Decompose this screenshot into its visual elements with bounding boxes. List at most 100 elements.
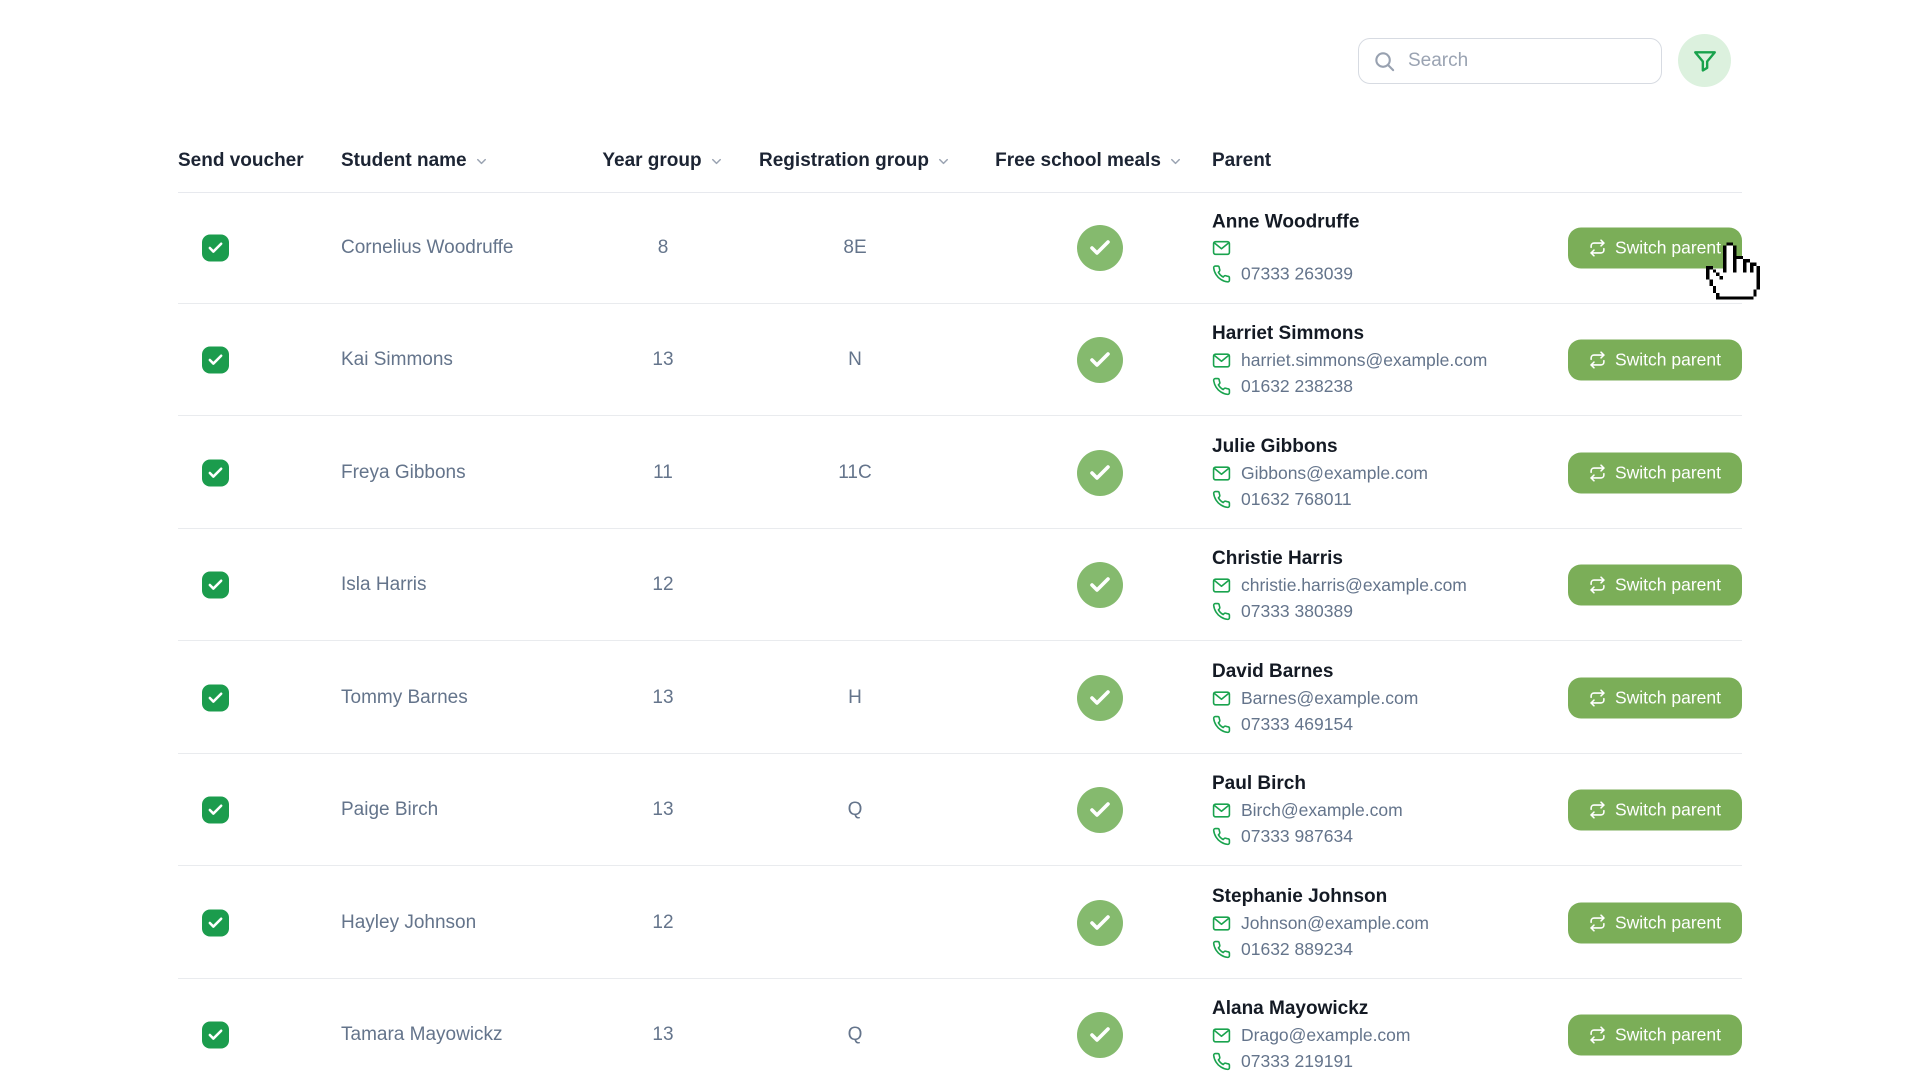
filter-button[interactable] [1678,34,1731,87]
table-row: Isla Harris 12 Christie Harris christie.… [178,529,1742,641]
chevron-down-icon [1168,154,1183,169]
table-row: Cornelius Woodruffe 8 8E Anne Woodruffe … [178,192,1742,304]
swap-icon [1589,689,1606,706]
search-input[interactable] [1408,50,1653,72]
free-school-meals-check-icon [1077,337,1123,383]
email-icon [1212,801,1231,820]
email-icon [1212,239,1231,258]
parent-info: Alana Mayowickz Drago@example.com 07333 … [1212,998,1411,1072]
registration-group-value: Q [755,1024,955,1046]
swap-icon [1589,576,1606,593]
email-icon [1212,351,1231,370]
table-row: Tamara Mayowickz 13 Q Alana Mayowickz Dr… [178,979,1742,1080]
switch-parent-button[interactable]: Switch parent [1568,339,1742,380]
parent-name: Alana Mayowickz [1212,998,1411,1020]
swap-icon [1589,464,1606,481]
registration-group-value: N [755,349,955,371]
send-voucher-checkbox[interactable] [202,909,229,936]
parent-info: Julie Gibbons Gibbons@example.com 01632 … [1212,436,1428,510]
checkmark-icon [207,464,224,481]
checkmark-icon [1088,686,1112,710]
student-name: Tommy Barnes [341,687,468,709]
send-voucher-checkbox[interactable] [202,1022,229,1049]
free-school-meals-check-icon [1077,1012,1123,1058]
switch-parent-button[interactable]: Switch parent [1568,452,1742,493]
phone-icon [1212,264,1231,283]
year-group-value: 12 [563,574,763,596]
phone-icon [1212,940,1231,959]
parent-phone: 07333 469154 [1212,714,1418,735]
parent-name: Christie Harris [1212,548,1467,570]
student-name: Kai Simmons [341,349,453,371]
switch-parent-button[interactable]: Switch parent [1568,564,1742,605]
send-voucher-checkbox[interactable] [202,459,229,486]
student-name: Tamara Mayowickz [341,1024,503,1046]
year-group-value: 13 [563,799,763,821]
parent-info: David Barnes Barnes@example.com 07333 46… [1212,661,1418,735]
send-voucher-checkbox[interactable] [202,571,229,598]
send-voucher-checkbox[interactable] [202,796,229,823]
email-icon [1212,1026,1231,1045]
col-header-registration-group[interactable]: Registration group [755,130,955,192]
switch-parent-button[interactable]: Switch parent [1568,789,1742,830]
year-group-value: 11 [563,462,763,484]
parent-name: Julie Gibbons [1212,436,1428,458]
parent-phone: 01632 889234 [1212,939,1429,960]
col-header-student-name[interactable]: Student name [341,130,489,192]
filter-funnel-icon [1692,48,1718,74]
table-row: Hayley Johnson 12 Stephanie Johnson John… [178,867,1742,979]
student-name: Isla Harris [341,574,427,596]
send-voucher-checkbox[interactable] [202,234,229,261]
swap-icon [1589,914,1606,931]
col-header-free-school-meals[interactable]: Free school meals [989,130,1189,192]
student-name: Hayley Johnson [341,912,476,934]
swap-icon [1589,351,1606,368]
switch-parent-button[interactable]: Switch parent [1568,227,1742,268]
send-voucher-checkbox[interactable] [202,684,229,711]
switch-parent-button[interactable]: Switch parent [1568,1015,1742,1056]
swap-icon [1589,239,1606,256]
free-school-meals-check-icon [1077,675,1123,721]
chevron-down-icon [474,154,489,169]
parent-email: Johnson@example.com [1212,913,1429,934]
year-group-value: 8 [563,237,763,259]
search-box[interactable] [1358,38,1662,84]
parent-name: Stephanie Johnson [1212,886,1429,908]
switch-parent-button[interactable]: Switch parent [1568,677,1742,718]
email-icon [1212,576,1231,595]
parent-email: Gibbons@example.com [1212,463,1428,484]
checkmark-icon [1088,573,1112,597]
col-header-year-group[interactable]: Year group [563,130,763,192]
table-row: Paige Birch 13 Q Paul Birch Birch@exampl… [178,754,1742,866]
free-school-meals-check-icon [1077,787,1123,833]
parent-email: Drago@example.com [1212,1025,1411,1046]
parent-phone: 07333 219191 [1212,1051,1411,1072]
col-header-send-voucher: Send voucher [178,130,304,192]
parent-phone: 07333 380389 [1212,601,1467,622]
switch-parent-button[interactable]: Switch parent [1568,902,1742,943]
parent-info: Paul Birch Birch@example.com 07333 98763… [1212,773,1403,847]
parent-email: harriet.simmons@example.com [1212,350,1487,371]
phone-icon [1212,490,1231,509]
parent-name: Harriet Simmons [1212,323,1487,345]
parent-info: Harriet Simmons harriet.simmons@example.… [1212,323,1487,397]
student-name: Cornelius Woodruffe [341,237,514,259]
parent-phone: 07333 263039 [1212,263,1359,284]
parent-email [1212,238,1359,258]
search-icon [1373,50,1396,73]
checkmark-icon [207,1027,224,1044]
table-row: Tommy Barnes 13 H David Barnes Barnes@ex… [178,642,1742,754]
parent-email: christie.harris@example.com [1212,575,1467,596]
chevron-down-icon [936,154,951,169]
send-voucher-checkbox[interactable] [202,346,229,373]
free-school-meals-check-icon [1077,450,1123,496]
col-header-parent: Parent [1212,130,1271,192]
checkmark-icon [1088,461,1112,485]
phone-icon [1212,827,1231,846]
page: Send voucher Student name Year group Reg… [0,0,1920,1080]
checkmark-icon [1088,1023,1112,1047]
registration-group-value: Q [755,799,955,821]
checkmark-icon [207,914,224,931]
free-school-meals-check-icon [1077,562,1123,608]
checkmark-icon [207,351,224,368]
